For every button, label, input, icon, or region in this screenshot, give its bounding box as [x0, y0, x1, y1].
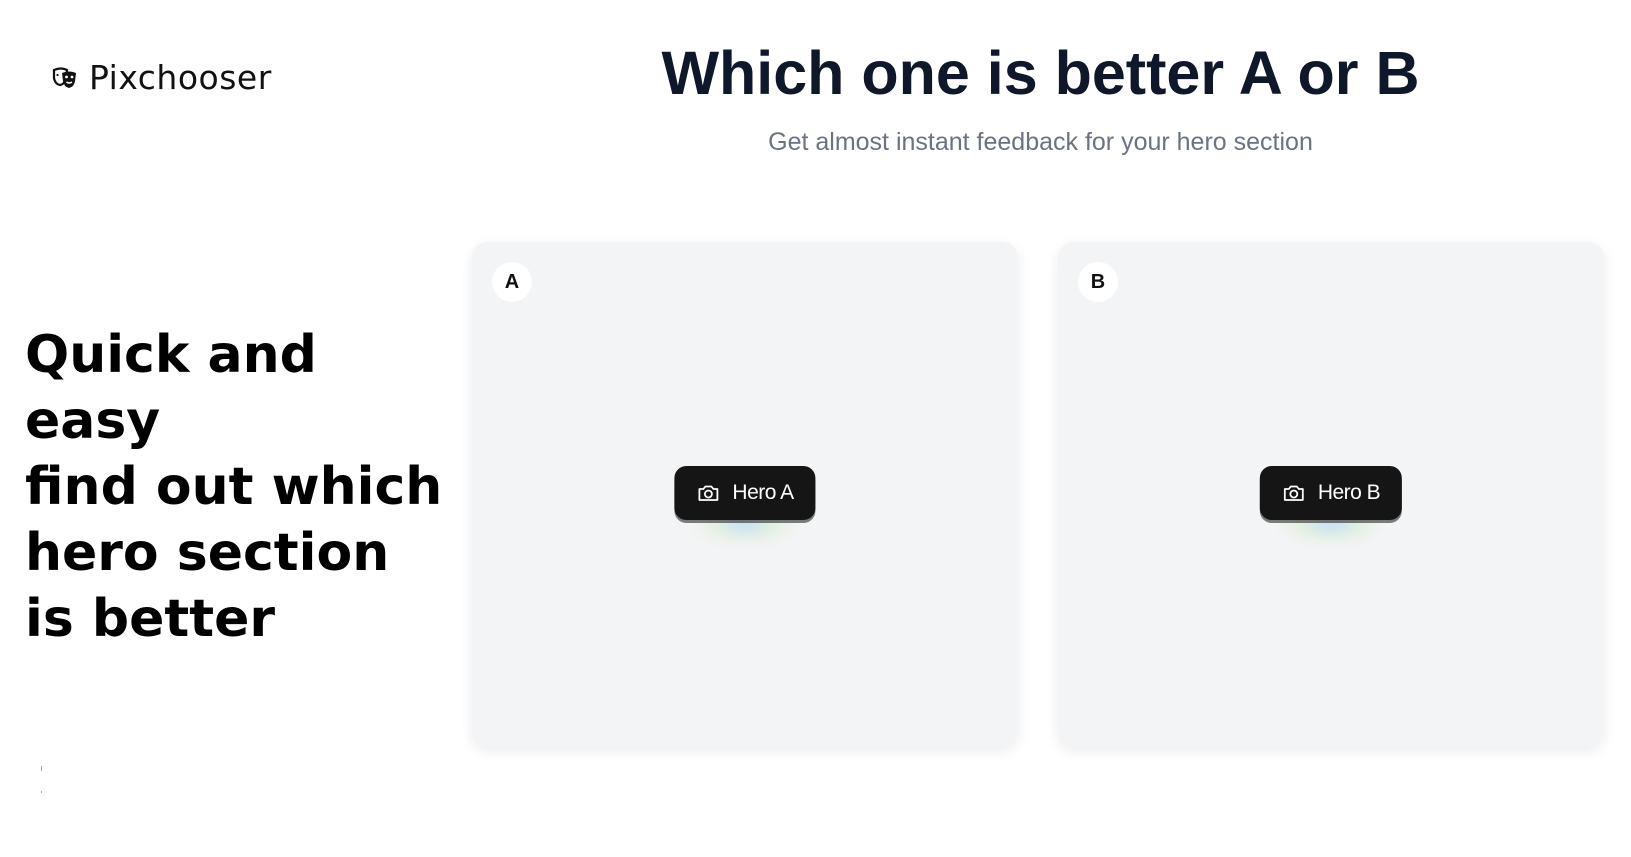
card-badge-b: B: [1078, 262, 1118, 302]
upload-wrapper-b: Hero B: [1259, 466, 1403, 544]
page-subtitle: Get almost instant feedback for your her…: [768, 128, 1313, 156]
upload-button-label: Hero A: [732, 481, 794, 504]
brand-logo[interactable]: Pixchooser: [51, 58, 272, 97]
page: Pixchooser Quick and easy find out which…: [0, 0, 1631, 857]
upload-wrapper-a: Hero A: [674, 466, 816, 544]
camera-icon: [1282, 481, 1306, 505]
upload-button-label: Hero B: [1317, 481, 1381, 504]
upload-hero-b-button[interactable]: Hero B: [1259, 466, 1403, 520]
camera-icon: [696, 481, 720, 505]
upload-hero-a-button[interactable]: Hero A: [674, 466, 816, 520]
theater-masks-icon: [51, 64, 79, 92]
brand-name: Pixchooser: [89, 58, 272, 97]
page-title: Which one is better A or B: [661, 39, 1420, 107]
tick-mark: [41, 766, 42, 771]
hero-card-a[interactable]: A Hero A: [472, 242, 1018, 747]
hero-card-b[interactable]: B Hero B: [1058, 242, 1604, 747]
comparison-area: A Hero A B Hero B: [470, 230, 1631, 770]
hero-tagline: Quick and easy find out which hero secti…: [25, 325, 443, 649]
tick-mark: [41, 791, 42, 793]
card-badge-a: A: [492, 262, 532, 302]
